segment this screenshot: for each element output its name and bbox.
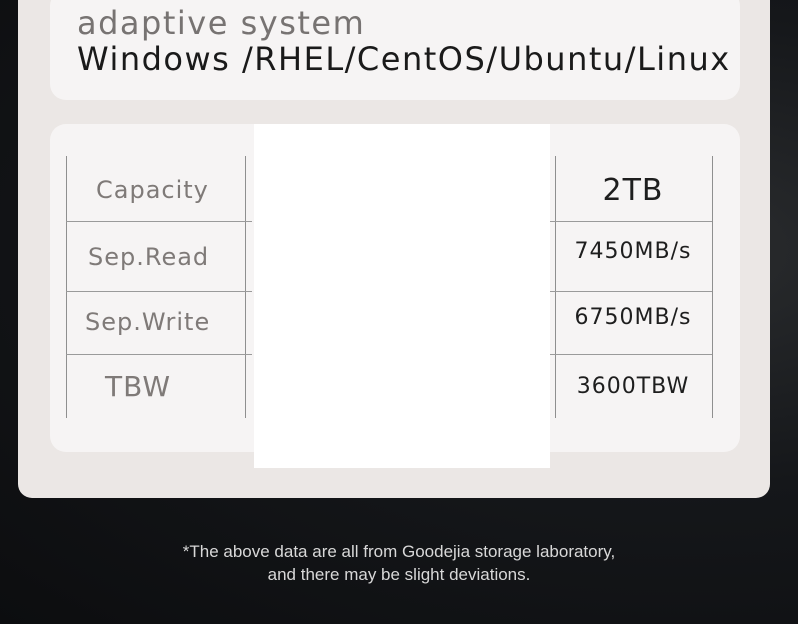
spec-label-tbw: TBW bbox=[105, 370, 171, 403]
disclaimer-line2: and there may be slight deviations. bbox=[267, 565, 531, 584]
table-border-left bbox=[66, 156, 67, 418]
row-divider bbox=[550, 221, 712, 222]
product-image-area bbox=[254, 124, 550, 468]
spec-value-read: 7450MB/s bbox=[574, 239, 692, 264]
row-divider bbox=[66, 291, 252, 292]
spec-value-tbw: 3600TBW bbox=[576, 374, 690, 399]
row-divider bbox=[550, 291, 712, 292]
os-support-list: Windows /RHEL/CentOS/Ubuntu/Linux bbox=[77, 40, 731, 78]
table-border-right bbox=[712, 156, 713, 418]
row-divider bbox=[66, 354, 252, 355]
spec-label-read: Sep.Read bbox=[88, 243, 210, 271]
spec-value-write: 6750MB/s bbox=[574, 305, 692, 330]
spec-label-write: Sep.Write bbox=[85, 308, 211, 336]
row-divider bbox=[66, 221, 252, 222]
spec-value-capacity: 2TB bbox=[602, 173, 664, 208]
os-support-heading: adaptive system bbox=[77, 4, 366, 42]
spec-label-capacity: Capacity bbox=[96, 176, 209, 204]
table-border-label-right bbox=[245, 156, 246, 418]
row-divider bbox=[550, 354, 712, 355]
disclaimer-line1: *The above data are all from Goodejia st… bbox=[182, 542, 616, 561]
